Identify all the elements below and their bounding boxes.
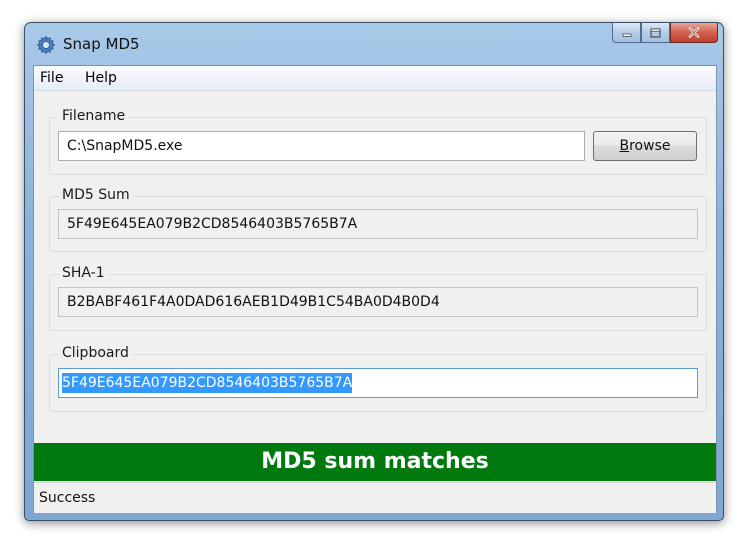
window-title: Snap MD5	[63, 35, 140, 53]
md5-group: MD5 Sum 5F49E645EA079B2CD8546403B5765B7A	[49, 187, 707, 252]
md5-field[interactable]: 5F49E645EA079B2CD8546403B5765B7A	[58, 209, 698, 239]
status-text: Success	[39, 490, 96, 506]
result-banner: MD5 sum matches	[34, 443, 716, 481]
filename-label: Filename	[59, 108, 129, 124]
browse-label-rest: rowse	[629, 138, 671, 154]
clipboard-label: Clipboard	[59, 345, 132, 361]
minimize-button[interactable]	[612, 23, 641, 43]
close-button[interactable]	[670, 23, 718, 43]
minimize-icon	[622, 23, 632, 42]
menu-file[interactable]: File	[40, 70, 63, 86]
close-icon	[688, 23, 700, 42]
browse-mnemonic: B	[619, 138, 630, 154]
clipboard-input[interactable]: 5F49E645EA079B2CD8546403B5765B7A	[58, 368, 698, 398]
title-bar[interactable]: Snap MD5	[25, 23, 723, 63]
maximize-icon	[650, 23, 661, 42]
sha1-group: SHA-1 B2BABF461F4A0DAD616AEB1D49B1C54BA0…	[49, 265, 707, 331]
filename-group: Filename C:\SnapMD5.exe Browse	[49, 108, 707, 175]
caption-buttons	[612, 23, 718, 43]
clipboard-group: Clipboard 5F49E645EA079B2CD8546403B5765B…	[49, 345, 707, 412]
sha1-field[interactable]: B2BABF461F4A0DAD616AEB1D49B1C54BA0D4B0D4	[58, 287, 698, 317]
status-bar: Success	[34, 482, 716, 513]
menu-bar: File Help	[34, 66, 716, 91]
app-window: Snap MD5 File Help Filename C:\SnapMD5.e…	[24, 22, 724, 521]
filename-input[interactable]: C:\SnapMD5.exe	[58, 131, 585, 161]
clipboard-selected-text: 5F49E645EA079B2CD8546403B5765B7A	[62, 373, 353, 393]
browse-button[interactable]: Browse	[593, 131, 697, 161]
sha1-label: SHA-1	[59, 265, 108, 281]
gear-icon	[36, 35, 56, 55]
client-area: File Help Filename C:\SnapMD5.exe Browse…	[33, 65, 717, 513]
maximize-button[interactable]	[641, 23, 670, 43]
menu-help[interactable]: Help	[85, 70, 117, 86]
md5-label: MD5 Sum	[59, 187, 133, 203]
